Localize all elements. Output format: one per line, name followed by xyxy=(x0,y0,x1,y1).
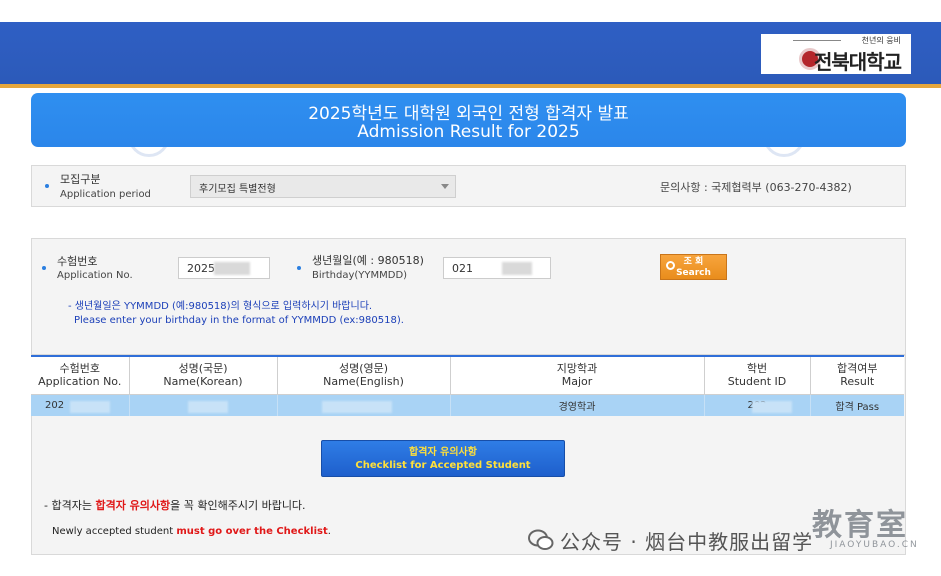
search-button[interactable]: 조 회 Search xyxy=(660,254,727,280)
brand-watermark: 教育室 xyxy=(812,508,908,543)
app-no-label-english: Application No. xyxy=(57,270,133,281)
notice-korean-highlight: 합격자 유의사항 xyxy=(95,499,171,512)
birthday-label-english: Birthday(YYMMDD) xyxy=(312,270,408,281)
redaction-mask xyxy=(502,262,532,275)
redaction-mask xyxy=(752,401,792,413)
checklist-button-label-korean: 합격자 유의사항 xyxy=(409,447,477,458)
notice-korean: - 합격자는 합격자 유의사항을 꼭 확인해주시기 바랍니다. xyxy=(44,499,306,512)
column-header-name-korean: 성명(국문) Name(Korean) xyxy=(129,355,278,395)
notice-english-highlight: must go over the Checklist xyxy=(176,526,328,537)
redaction-mask xyxy=(188,401,228,413)
brand-watermark-url: JIAOYUBAO.CN xyxy=(830,540,919,550)
page-title-banner: 2025학년도 대학원 외국인 전형 합격자 발표 Admission Resu… xyxy=(31,93,906,147)
birthday-format-note-english: Please enter your birthday in the format… xyxy=(74,315,404,326)
contact-info: 문의사항 : 국제협력부 (063-270-4382) xyxy=(660,181,852,194)
birthday-format-note-korean: - 생년월일은 YYMMDD (예:980518)의 형식으로 입력하시기 바랍… xyxy=(68,301,373,312)
redaction-mask xyxy=(214,262,250,275)
period-select[interactable]: 후기모집 특별전형 xyxy=(190,175,456,198)
period-bullet-icon xyxy=(45,184,49,188)
app-no-label-korean: 수험번호 xyxy=(57,255,98,268)
slogan-divider xyxy=(793,40,841,41)
redaction-mask xyxy=(322,401,392,413)
wechat-icon xyxy=(528,529,554,550)
column-header-name-english: 성명(영문) Name(English) xyxy=(277,355,451,395)
wechat-watermark: 公众号 · 烟台中教服出留学 xyxy=(560,530,814,554)
birthday-bullet-icon xyxy=(297,266,301,270)
result-table-header: 수험번호 Application No. 성명(국문) Name(Korean) 성… xyxy=(31,355,904,395)
column-header-major: 지망학과 Major xyxy=(450,355,705,395)
column-header-result: 합격여부 Result xyxy=(810,355,904,395)
page-title-korean: 2025학년도 대학원 외국인 전형 합격자 발표 xyxy=(308,104,629,124)
cell-major: 경영학과 xyxy=(450,394,705,416)
checklist-button-label-english: Checklist for Accepted Student xyxy=(355,460,531,471)
page-title-english: Admission Result for 2025 xyxy=(357,122,580,142)
cell-result: 합격 Pass xyxy=(810,394,904,416)
checklist-button[interactable]: 합격자 유의사항 Checklist for Accepted Student xyxy=(321,440,565,477)
birthday-label-korean: 생년월일(예 : 980518) xyxy=(312,254,424,267)
magnifier-icon xyxy=(666,261,675,270)
university-slogan: 천년의 웅비 xyxy=(861,36,901,45)
period-label-korean: 모집구분 xyxy=(60,173,101,186)
column-header-application-no: 수험번호 Application No. xyxy=(31,355,130,395)
period-label-english: Application period xyxy=(60,189,151,200)
redaction-mask xyxy=(70,401,110,413)
column-header-student-id: 학번 Student ID xyxy=(704,355,811,395)
chevron-down-icon xyxy=(441,184,449,189)
notice-english: Newly accepted student must go over the … xyxy=(52,526,331,537)
period-select-value: 후기모집 특별전형 xyxy=(199,184,276,195)
app-no-bullet-icon xyxy=(42,266,46,270)
university-name: 전북대학교 xyxy=(814,50,902,74)
birthday-input[interactable]: 021 xyxy=(443,257,551,279)
